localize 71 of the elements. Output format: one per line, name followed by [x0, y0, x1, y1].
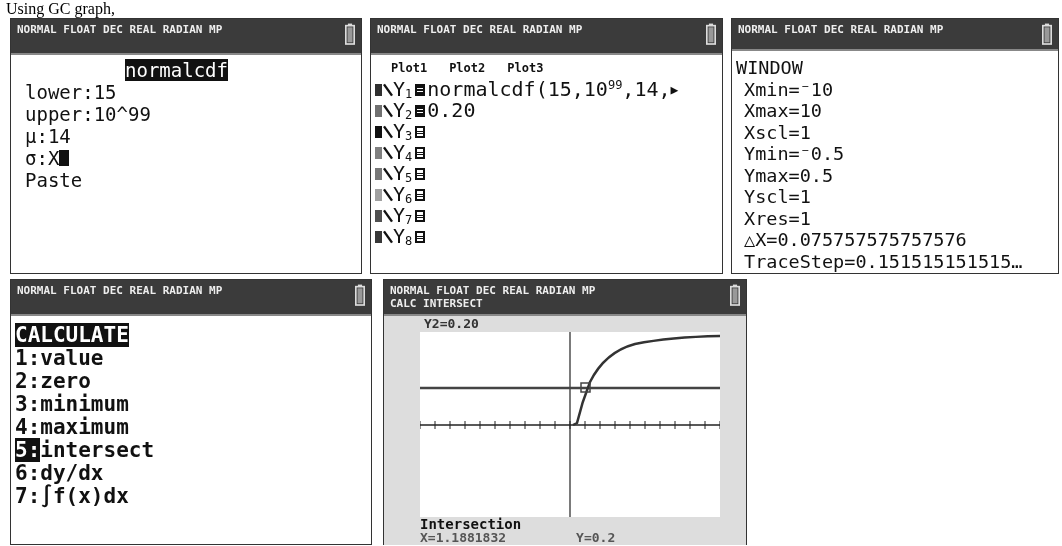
menu-item[interactable]: 2:zero [15, 370, 363, 393]
line-style-icon [383, 81, 393, 98]
function-expression[interactable]: normalcdf(15,10$^{99}$,14, [427, 78, 671, 101]
equals-sign-icon[interactable] [415, 209, 426, 222]
menu-item[interactable]: 4:maximum [15, 416, 363, 439]
function-label: Y$_{3}$ [393, 120, 413, 143]
battery-icon [1042, 23, 1052, 45]
window-setting[interactable]: Ymin=⁻0.5 [736, 143, 1050, 165]
window-setting[interactable]: Xmin=⁻10 [736, 78, 1050, 100]
line-style-icon [383, 186, 393, 203]
window-setting[interactable]: TraceStep=0.151515151515… [736, 250, 1050, 272]
status-text: NORMAL FLOAT DEC REAL RADIAN MP [17, 23, 223, 36]
equals-sign-icon[interactable] [415, 146, 426, 159]
equals-sign-icon[interactable] [415, 83, 426, 96]
window-setting[interactable]: Xmax=10 [736, 100, 1050, 122]
intersection-cursor-icon [580, 382, 591, 393]
form-line[interactable]: σ:X [25, 147, 353, 169]
form-line[interactable]: μ:14 [25, 125, 353, 147]
caption-text: Using GC graph, [5, 0, 116, 18]
function-expression[interactable]: 0.20 [427, 99, 476, 122]
function-label: Y$_{2}$ [393, 99, 413, 122]
equals-sign-icon[interactable] [415, 167, 426, 180]
line-style-icon [383, 123, 393, 140]
function-label: Y2=0.20 [423, 316, 480, 332]
line-style-icon [383, 165, 393, 182]
equals-sign-icon[interactable] [415, 230, 426, 243]
battery-icon [345, 23, 355, 45]
plot-toggle[interactable]: Plot1 [391, 59, 428, 77]
menu-item[interactable]: 3:minimum [15, 393, 363, 416]
function-label: Y$_{8}$ [393, 225, 413, 248]
window-setting[interactable]: Ymax=0.5 [736, 164, 1050, 186]
function-label: Y$_{5}$ [393, 162, 413, 185]
status-text: NORMAL FLOAT DEC REAL RADIAN MP [17, 284, 223, 297]
window-setting[interactable]: Xres=1 [736, 207, 1050, 229]
plot-toggle[interactable]: Plot3 [507, 59, 544, 77]
function-label: Y$_{7}$ [393, 204, 413, 227]
x-value: X=1.1881832 [420, 531, 507, 545]
line-style-icon [383, 102, 393, 119]
equals-sign-icon[interactable] [415, 188, 426, 201]
function-label: Y$_{1}$ [393, 78, 413, 101]
y-value: Y=0.2 [576, 531, 616, 545]
battery-icon [706, 23, 716, 45]
status-text: NORMAL FLOAT DEC REAL RADIAN MP [377, 23, 583, 36]
window-setting[interactable]: Xscl=1 [736, 121, 1050, 143]
battery-icon [355, 284, 365, 306]
window-setting[interactable]: △X=0.075757575757576 [736, 229, 1050, 251]
form-line[interactable]: Paste [25, 169, 353, 191]
line-style-icon [383, 144, 393, 161]
menu-item[interactable]: 1:value [15, 347, 363, 370]
function-label: Y$_{4}$ [393, 141, 413, 164]
equals-sign-icon[interactable] [415, 125, 426, 138]
plot-toggle[interactable]: Plot2 [449, 59, 486, 77]
menu-item[interactable]: 5:intersect [15, 439, 363, 462]
menu-item[interactable]: 7:∫f(x)dx [15, 485, 363, 508]
result-title: Intersection [420, 517, 523, 531]
form-line[interactable]: lower:15 [25, 81, 353, 103]
mode-text: CALC INTERSECT [390, 297, 484, 310]
menu-item[interactable]: 6:dy/dx [15, 462, 363, 485]
screen-title: WINDOW [736, 57, 804, 79]
battery-icon [730, 284, 740, 306]
status-text: NORMAL FLOAT DEC REAL RADIAN MP [390, 284, 596, 297]
form-line[interactable]: upper:10^99 [25, 103, 353, 125]
window-setting[interactable]: Yscl=1 [736, 186, 1050, 208]
screen-title: normalcdf [125, 59, 228, 81]
equals-sign-icon[interactable] [415, 104, 426, 117]
menu-title: CALCULATE [15, 323, 129, 347]
more-marker: ▶ [670, 80, 679, 99]
status-text: NORMAL FLOAT DEC REAL RADIAN MP [738, 23, 944, 36]
line-style-icon [383, 228, 393, 245]
function-label: Y$_{6}$ [393, 183, 413, 206]
line-style-icon [383, 207, 393, 224]
